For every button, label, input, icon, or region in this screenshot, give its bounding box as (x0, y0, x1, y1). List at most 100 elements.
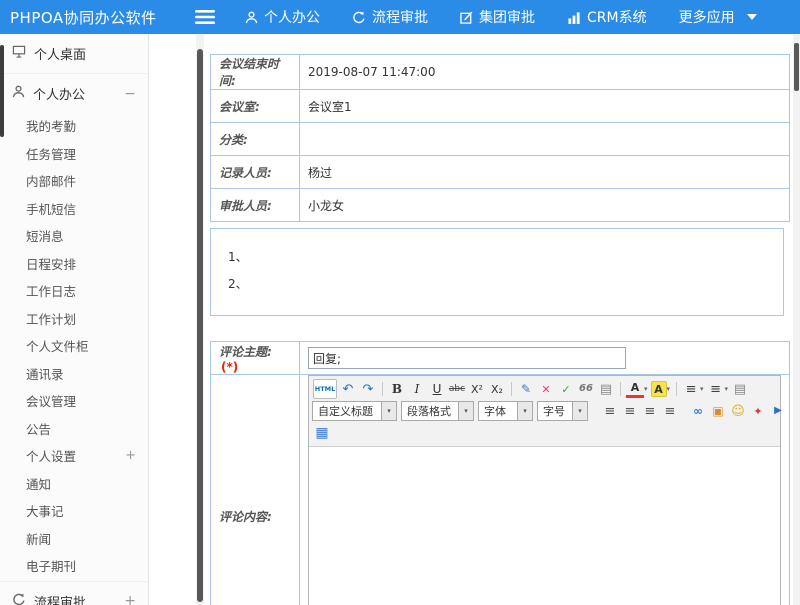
insert-media-icon[interactable]: ▶ (769, 402, 787, 420)
sidebar-item-label: 新闻 (26, 532, 51, 547)
content-scrollbar-thumb[interactable] (197, 49, 203, 602)
sidebar-item-short-message[interactable]: 短消息 (0, 223, 148, 251)
collapse-icon[interactable]: − (124, 87, 136, 101)
sidebar-item-schedule[interactable]: 日程安排 (0, 251, 148, 279)
sidebar-item-announcement[interactable]: 公告 (0, 416, 148, 444)
insert-link-icon[interactable]: ∞ (689, 402, 707, 420)
blockquote-icon[interactable]: 66 (577, 380, 595, 398)
ordered-list-icon[interactable]: ≡ (682, 380, 700, 398)
strikethrough-icon[interactable]: abc (448, 380, 466, 398)
sidebar-section-workflow[interactable]: 流程审批 + (0, 581, 148, 605)
toolbar-row-2: 自定义标题 ▾ 段落格式 ▾ 字体 ▾ (312, 400, 777, 422)
sidebar-item-news[interactable]: 新闻 (0, 526, 148, 554)
chevron-down-icon: ▾ (381, 402, 396, 420)
person-icon (245, 11, 258, 24)
redo-icon[interactable]: ↷ (359, 380, 377, 398)
bar-chart-icon (567, 11, 581, 24)
sidebar-section-label: 流程审批 (34, 592, 86, 605)
toolbar-separator (511, 382, 512, 396)
comment-subject-input[interactable] (308, 347, 626, 369)
sidebar-item-tasks[interactable]: 任务管理 (0, 141, 148, 169)
template-icon[interactable]: ▤ (597, 380, 615, 398)
source-code-icon[interactable]: HTML (313, 379, 337, 399)
expand-icon[interactable]: + (124, 594, 136, 605)
insert-image-icon[interactable]: ▣ (709, 402, 727, 420)
menu-toggle-icon[interactable] (195, 9, 217, 25)
nav-more-apps[interactable]: 更多应用 (679, 7, 757, 27)
unordered-list-icon[interactable]: ≡ (707, 380, 725, 398)
sidebar-section-personal-office[interactable]: 个人办公 − (0, 74, 148, 113)
sidebar-item-e-journal[interactable]: 电子期刊 (0, 553, 148, 581)
sidebar-item-sms[interactable]: 手机短信 (0, 196, 148, 224)
sidebar-item-attendance[interactable]: 我的考勤 (0, 113, 148, 141)
dropdown-label: 字体 (479, 402, 517, 420)
remove-format-icon[interactable]: ✕ (537, 380, 555, 398)
process-icon (352, 11, 366, 24)
field-label: 评论内容: (219, 510, 272, 524)
chevron-down-icon[interactable]: ▾ (644, 385, 648, 393)
required-mark: (*) (221, 360, 238, 374)
sidebar-item-work-log[interactable]: 工作日志 (0, 278, 148, 306)
italic-icon[interactable]: I (408, 380, 426, 398)
nav-group-approval[interactable]: 集团审批 (460, 7, 535, 27)
chevron-down-icon[interactable]: ▾ (667, 385, 671, 393)
sidebar-item-work-plan[interactable]: 工作计划 (0, 306, 148, 334)
highlight-color-icon[interactable]: A (651, 381, 667, 397)
field-label: 分类: (211, 123, 300, 156)
bold-icon[interactable]: B (388, 380, 406, 398)
spellcheck-icon[interactable]: ✓ (557, 380, 575, 398)
dropdown-label: 自定义标题 (313, 402, 381, 420)
nav-label: 流程审批 (372, 7, 428, 27)
sidebar-item-label: 个人设置 (26, 449, 76, 464)
edit-icon (460, 11, 473, 24)
sidebar-item-label: 内部邮件 (26, 174, 76, 189)
font-color-icon[interactable]: A (626, 381, 644, 398)
insert-table-icon[interactable]: ▦ (313, 424, 331, 442)
insert-flash-icon[interactable]: ✦ (749, 402, 767, 420)
align-center-icon[interactable]: ≡ (621, 402, 639, 420)
font-size-dropdown[interactable]: 字号 ▾ (537, 401, 588, 421)
undo-icon[interactable]: ↶ (339, 380, 357, 398)
process-icon (12, 593, 26, 605)
app-logo[interactable]: PHPOA协同办公软件 (0, 7, 195, 28)
sidebar-item-meeting-management[interactable]: 会议管理 (0, 388, 148, 416)
align-left-icon[interactable]: ≡ (601, 402, 619, 420)
nav-workflow-approval[interactable]: 流程审批 (352, 7, 428, 27)
nav-label: 集团审批 (479, 7, 535, 27)
table-row: 审批人员: 小龙女 (211, 189, 790, 222)
nav-crm-system[interactable]: CRM系统 (567, 7, 647, 27)
sidebar-item-internal-mail[interactable]: 内部邮件 (0, 168, 148, 196)
table-row: 会议结束时间: 2019-08-07 11:47:00 (211, 55, 790, 90)
page-scrollbar-thumb[interactable] (794, 43, 799, 91)
note-line: 1、 (228, 248, 783, 265)
editor-content-area[interactable] (309, 447, 780, 605)
emoticon-icon[interactable]: ☺ (729, 402, 747, 420)
underline-icon[interactable]: U (428, 380, 446, 398)
font-family-dropdown[interactable]: 字体 ▾ (478, 401, 533, 421)
table-row: 会议室: 会议室1 (211, 90, 790, 123)
subscript-icon[interactable]: X₂ (488, 380, 506, 398)
page-break-icon[interactable]: ▤ (731, 380, 749, 398)
align-right-icon[interactable]: ≡ (641, 402, 659, 420)
align-justify-icon[interactable]: ≡ (661, 402, 679, 420)
superscript-icon[interactable]: X² (468, 380, 486, 398)
chevron-down-icon[interactable]: ▾ (725, 385, 729, 393)
sidebar-item-contacts[interactable]: 通讯录 (0, 361, 148, 389)
sidebar-item-label: 个人文件柜 (26, 339, 89, 354)
heading-style-dropdown[interactable]: 自定义标题 ▾ (312, 401, 397, 421)
expand-icon[interactable]: + (125, 449, 136, 463)
sidebar-item-file-cabinet[interactable]: 个人文件柜 (0, 333, 148, 361)
sidebar-item-desktop[interactable]: 个人桌面 (0, 34, 148, 74)
toolbar-separator (620, 382, 621, 396)
field-label: 记录人员: (211, 156, 300, 189)
sidebar-item-memorabilia[interactable]: 大事记 (0, 498, 148, 526)
paragraph-format-dropdown[interactable]: 段落格式 ▾ (401, 401, 474, 421)
sidebar-item-notice[interactable]: 通知 (0, 471, 148, 499)
chevron-down-icon[interactable]: ▾ (700, 385, 704, 393)
nav-personal-office[interactable]: 个人办公 (245, 7, 320, 27)
format-painter-icon[interactable]: ✎ (517, 380, 535, 398)
page-scrollbar[interactable] (793, 34, 800, 605)
sidebar-item-personal-settings[interactable]: 个人设置 + (0, 443, 148, 471)
content-scrollbar[interactable] (196, 34, 204, 605)
sidebar-scrollbar-thumb[interactable] (0, 45, 4, 137)
